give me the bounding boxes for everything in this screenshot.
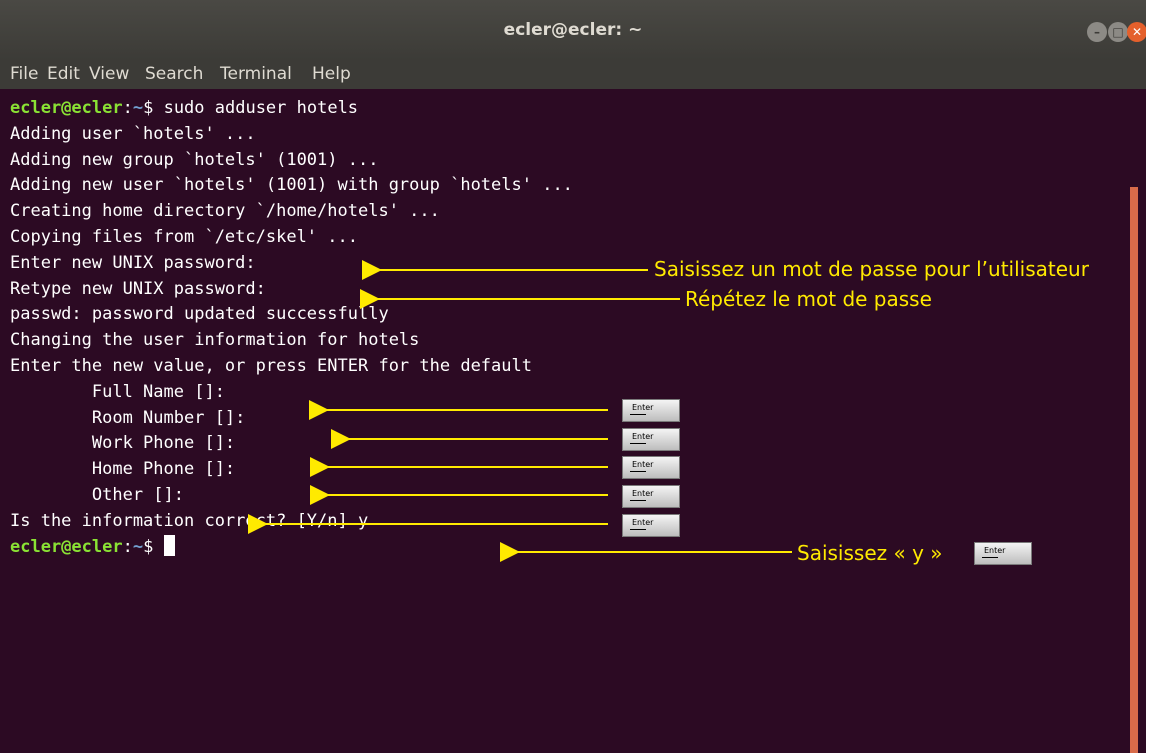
annotation-arrows [248, 260, 792, 562]
annotation-overlay: Saisissez un mot de passe pour l’utilisa… [0, 0, 1171, 753]
password-note: Saisissez un mot de passe pour l’utilisa… [654, 257, 1089, 281]
retype-note: Répétez le mot de passe [685, 287, 932, 311]
enter-key-icon: Enter [622, 428, 680, 451]
enter-key-icon: Enter [974, 542, 1032, 565]
enter-key-icon: Enter [622, 514, 680, 537]
enter-key-icon: Enter [622, 456, 680, 479]
enter-key-icon: Enter [622, 485, 680, 508]
enter-key-icon: Enter [622, 399, 680, 422]
confirm-note: Saisissez « y » [797, 541, 943, 565]
